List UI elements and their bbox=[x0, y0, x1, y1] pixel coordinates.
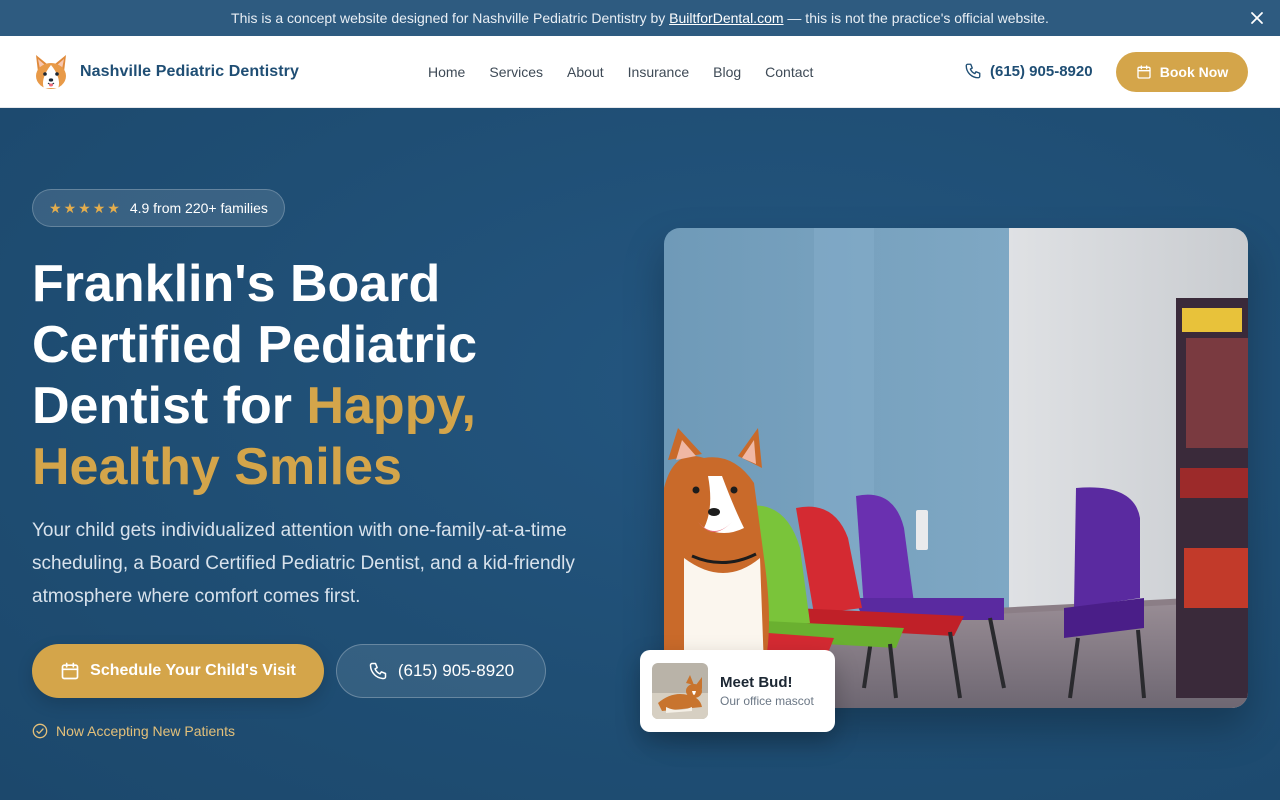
main-nav: Home Services About Insurance Blog Conta… bbox=[428, 36, 813, 108]
star-icon: ★ bbox=[63, 199, 77, 216]
banner-text: This is a concept website designed for N… bbox=[231, 10, 666, 26]
hero-headline: Franklin's Board Certified Pediatric Den… bbox=[32, 254, 632, 498]
nav-contact[interactable]: Contact bbox=[765, 64, 813, 80]
close-icon[interactable] bbox=[1248, 9, 1266, 27]
calendar-icon bbox=[61, 662, 79, 680]
star-icon: ★ bbox=[92, 199, 106, 216]
waiting-room-image bbox=[664, 228, 1248, 708]
book-now-button[interactable]: Book Now bbox=[1116, 52, 1248, 92]
rating-badge: ★ ★ ★ ★ ★ 4.9 from 220+ families bbox=[32, 189, 285, 227]
book-now-label: Book Now bbox=[1159, 64, 1229, 80]
site-header: Nashville Pediatric Dentistry Home Servi… bbox=[0, 36, 1280, 108]
nav-insurance[interactable]: Insurance bbox=[628, 64, 689, 80]
star-icon: ★ bbox=[107, 199, 120, 216]
meet-bud-card[interactable]: Meet Bud! Our office mascot bbox=[640, 650, 835, 732]
header-phone-number: (615) 905-8920 bbox=[990, 62, 1093, 80]
headline-line-3: Dentist for bbox=[32, 377, 307, 435]
star-icon: ★ bbox=[78, 199, 91, 216]
nav-about[interactable]: About bbox=[567, 64, 604, 80]
nav-blog[interactable]: Blog bbox=[713, 64, 741, 80]
headline-line-2: Certified Pediatric bbox=[32, 316, 478, 374]
banner-text-after: — this is not the practice's official we… bbox=[787, 10, 1049, 26]
header-phone-link[interactable]: (615) 905-8920 bbox=[964, 62, 1093, 80]
star-rating: ★ ★ ★ ★ ★ bbox=[49, 200, 120, 217]
concept-banner: This is a concept website designed for N… bbox=[0, 0, 1280, 36]
brand[interactable]: Nashville Pediatric Dentistry bbox=[32, 52, 299, 92]
accepting-patients-note: Now Accepting New Patients bbox=[32, 723, 235, 739]
mascot-subtitle: Our office mascot bbox=[720, 694, 814, 708]
office-photo bbox=[664, 228, 1248, 708]
mascot-title: Meet Bud! bbox=[720, 674, 793, 691]
headline-highlight-1: Happy, bbox=[306, 377, 476, 435]
star-icon: ★ bbox=[49, 199, 62, 216]
schedule-visit-label: Schedule Your Child's Visit bbox=[90, 662, 296, 679]
call-phone-button[interactable]: (615) 905-8920 bbox=[336, 644, 546, 698]
hero-section: ★ ★ ★ ★ ★ 4.9 from 220+ families Frankli… bbox=[0, 108, 1280, 800]
call-phone-label: (615) 905-8920 bbox=[397, 661, 515, 680]
nav-services[interactable]: Services bbox=[489, 64, 543, 80]
nav-home[interactable]: Home bbox=[428, 64, 465, 80]
mascot-thumbnail bbox=[652, 663, 708, 719]
rating-text: 4.9 from 220+ families bbox=[129, 200, 268, 216]
corgi-photo-icon bbox=[652, 663, 708, 719]
check-circle-icon bbox=[32, 723, 48, 739]
schedule-visit-button[interactable]: Schedule Your Child's Visit bbox=[32, 644, 324, 698]
headline-line-1: Franklin's Board bbox=[32, 255, 441, 313]
calendar-icon bbox=[1137, 65, 1151, 79]
corgi-logo-icon bbox=[36, 55, 66, 89]
phone-icon bbox=[369, 662, 387, 680]
headline-highlight-2: Healthy Smiles bbox=[32, 438, 402, 496]
builtfordental-link[interactable]: BuiltforDental.com bbox=[669, 10, 783, 26]
accepting-text: Now Accepting New Patients bbox=[56, 723, 235, 739]
hero-description: Your child gets individualized attention… bbox=[32, 520, 575, 607]
brand-name: Nashville Pediatric Dentistry bbox=[80, 63, 299, 80]
phone-icon bbox=[965, 63, 981, 79]
